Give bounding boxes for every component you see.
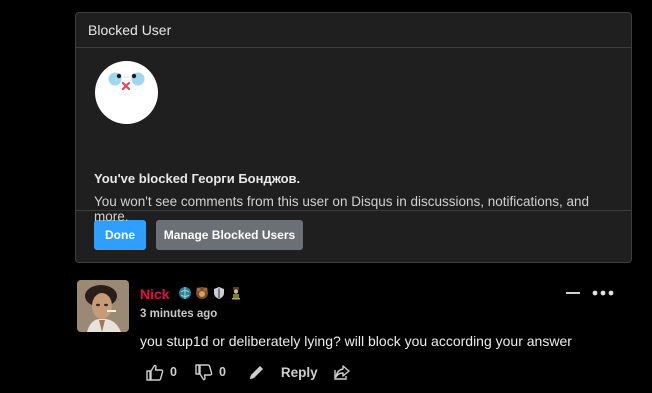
upvote-button[interactable]: 0: [146, 364, 177, 381]
shield-badge-icon[interactable]: [212, 286, 226, 300]
comment-text: you stup1d or deliberately lying? will b…: [140, 333, 572, 349]
thumbs-up-icon: [146, 364, 164, 381]
share-icon[interactable]: [333, 364, 351, 380]
more-options-icon[interactable]: [592, 286, 614, 300]
thumbs-down-icon: [195, 363, 213, 380]
downvote-count: 0: [218, 365, 226, 379]
blocked-description: You won't see comments from this user on…: [94, 194, 590, 224]
manage-blocked-users-button[interactable]: Manage Blocked Users: [156, 220, 303, 250]
comment-author[interactable]: Nick: [140, 286, 170, 302]
comment-actions: 0 0 Reply: [146, 362, 351, 382]
collapse-icon[interactable]: [566, 287, 580, 299]
globe-badge-icon[interactable]: [178, 286, 192, 300]
avatar[interactable]: [77, 280, 129, 332]
edit-icon[interactable]: [248, 364, 265, 381]
person-badge-icon[interactable]: [229, 286, 243, 300]
downvote-button[interactable]: 0: [195, 363, 226, 381]
upvote-count: 0: [170, 365, 177, 379]
card-title: Blocked User: [76, 13, 631, 48]
blocked-user-card: Blocked User You've blocked Георги Бондж…: [75, 12, 632, 263]
blocked-avatar-icon: [95, 61, 158, 124]
avatar-photo-icon: [77, 280, 129, 332]
done-button[interactable]: Done: [94, 220, 146, 250]
comment-timestamp[interactable]: 3 minutes ago: [140, 308, 217, 320]
blocked-heading: You've blocked Георги Бонджов.: [94, 171, 301, 186]
card-body: You've blocked Георги Бонджов. You won't…: [76, 48, 631, 224]
badges: [178, 286, 243, 300]
bear-badge-icon[interactable]: [195, 286, 209, 300]
reply-button[interactable]: Reply: [281, 365, 318, 380]
